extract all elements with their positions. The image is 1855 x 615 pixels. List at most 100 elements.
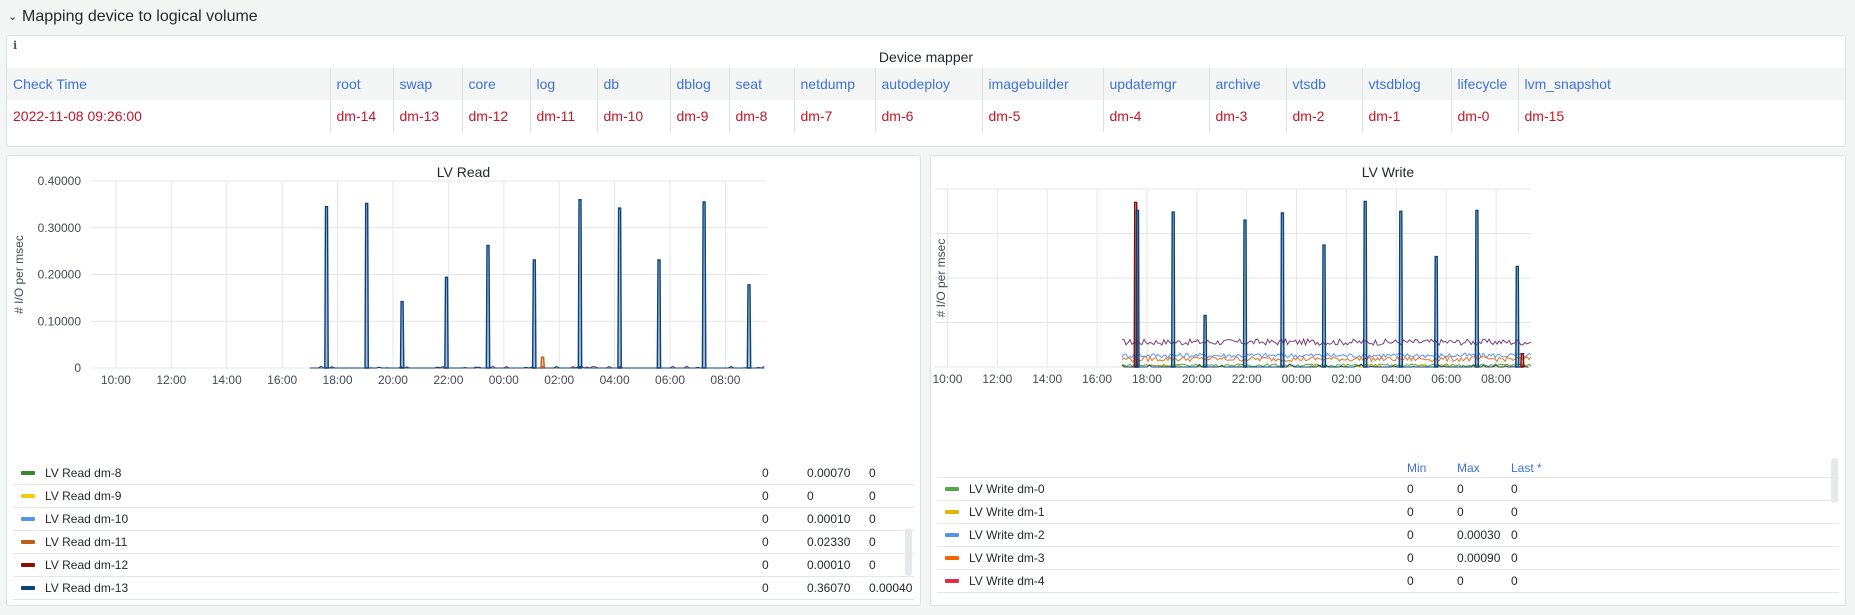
legend-series-name[interactable]: LV Read dm-11 bbox=[45, 535, 914, 549]
series-line-lv-write-dm-3 bbox=[1121, 355, 1532, 363]
legend-item[interactable]: LV Read dm-9 0 0 0 bbox=[13, 485, 914, 508]
table-cell: dm-13 bbox=[393, 100, 463, 132]
legend-sort-last[interactable]: Last * bbox=[1511, 461, 1542, 475]
spike-mark bbox=[1242, 219, 1248, 368]
legend-series-name[interactable]: LV Read dm-13 bbox=[45, 581, 914, 595]
column-header-netdump[interactable]: netdump bbox=[794, 68, 876, 100]
column-header-autodeploy[interactable]: autodeploy bbox=[875, 68, 983, 100]
legend-item[interactable]: LV Read dm-10 0 0.00010 0 bbox=[13, 508, 914, 531]
legend-color-swatch[interactable] bbox=[945, 510, 959, 514]
table-cell: dm-11 bbox=[530, 100, 598, 132]
legend-item[interactable]: LV Write dm-3 0 0.00090 0 bbox=[937, 547, 1839, 570]
spike-mark bbox=[1520, 352, 1525, 368]
legend-color-swatch[interactable] bbox=[21, 586, 35, 590]
legend-series-name[interactable]: LV Read dm-12 bbox=[45, 558, 914, 572]
table-cell: dm-6 bbox=[875, 100, 983, 132]
legend-series-name[interactable]: LV Write dm-4 bbox=[969, 574, 1839, 588]
spike-mark bbox=[1362, 200, 1368, 368]
legend-scrollbar[interactable] bbox=[905, 528, 912, 576]
legend-color-swatch[interactable] bbox=[21, 517, 35, 521]
legend-series-name[interactable]: LV Read dm-10 bbox=[45, 512, 914, 526]
x-tick-label: 16:00 bbox=[267, 373, 297, 387]
plot-area[interactable] bbox=[309, 199, 765, 369]
column-header-seat[interactable]: seat bbox=[729, 68, 795, 100]
legend-min-value: 0 bbox=[762, 581, 769, 595]
table-cell: dm-9 bbox=[670, 100, 730, 132]
legend-item[interactable]: LV Write dm-4 0 0 0 bbox=[937, 570, 1839, 593]
x-tick-label: 22:00 bbox=[1232, 372, 1262, 386]
x-tick-label: 14:00 bbox=[212, 373, 242, 387]
column-header-updatemgr[interactable]: updatemgr bbox=[1103, 68, 1210, 100]
legend-min-value: 0 bbox=[1407, 551, 1414, 565]
column-header-log[interactable]: log bbox=[530, 68, 598, 100]
spike-mark bbox=[1433, 255, 1439, 368]
row-header-mapping-device[interactable]: ⌄ Mapping device to logical volume bbox=[8, 6, 258, 28]
legend-series-name[interactable]: LV Read dm-8 bbox=[45, 466, 914, 480]
table-cell: dm-2 bbox=[1286, 100, 1363, 132]
column-header-imagebuilder[interactable]: imagebuilder bbox=[982, 68, 1104, 100]
legend-item[interactable]: LV Read dm-12 0 0.00010 0 bbox=[13, 554, 914, 577]
device-mapper-panel: i Device mapper Check Time root swap core lo… bbox=[6, 35, 1846, 147]
legend-series-name[interactable]: LV Write dm-3 bbox=[969, 551, 1839, 565]
legend-max-value: 0 bbox=[1457, 482, 1464, 496]
spike-mark bbox=[1515, 265, 1520, 368]
y-tick-label: 0.30000 bbox=[38, 221, 82, 235]
legend-series-name[interactable]: LV Write dm-0 bbox=[969, 482, 1839, 496]
y-axis-label: # I/O per msec bbox=[12, 235, 26, 314]
x-tick-label: 10:00 bbox=[101, 373, 131, 387]
legend-color-swatch[interactable] bbox=[945, 487, 959, 491]
spike-mark bbox=[444, 276, 449, 369]
legend-min-value: 0 bbox=[1407, 482, 1414, 496]
legend-scrollbar[interactable] bbox=[1831, 458, 1838, 503]
column-header-db[interactable]: db bbox=[597, 68, 671, 100]
lv-read-chart: 0 0.10000 0.20000 0.30000 0.40000 10:00 12:00 1… bbox=[12, 174, 767, 387]
legend-series-name[interactable]: LV Write dm-1 bbox=[969, 505, 1839, 519]
legend-item[interactable]: LV Write dm-1 0 0 0 bbox=[937, 501, 1839, 524]
legend-sort-max[interactable]: Max bbox=[1457, 461, 1480, 475]
legend-item[interactable]: LV Read dm-13 0 0.36070 0.00040 bbox=[13, 577, 914, 600]
legend-item[interactable]: LV Write dm-2 0 0.00030 0 bbox=[937, 524, 1839, 547]
legend-last-value: 0 bbox=[869, 466, 876, 480]
column-header-dblog[interactable]: dblog bbox=[670, 68, 730, 100]
legend-last-value: 0 bbox=[869, 535, 876, 549]
column-header-swap[interactable]: swap bbox=[393, 68, 463, 100]
column-header-archive[interactable]: archive bbox=[1209, 68, 1287, 100]
legend-series-name[interactable]: LV Read dm-9 bbox=[45, 489, 914, 503]
y-tick-label: 0.20000 bbox=[38, 268, 82, 282]
plot-area[interactable] bbox=[1121, 200, 1532, 368]
chevron-down-icon: ⌄ bbox=[8, 10, 18, 23]
legend-header: Min Max Last * bbox=[937, 458, 1839, 478]
legend-last-value: 0 bbox=[1511, 574, 1518, 588]
legend-min-value: 0 bbox=[762, 489, 769, 503]
column-header-check-time[interactable]: Check Time bbox=[7, 68, 331, 100]
column-header-core[interactable]: core bbox=[462, 68, 531, 100]
legend-color-swatch[interactable] bbox=[21, 563, 35, 567]
legend-last-value: 0 bbox=[1511, 551, 1518, 565]
legend-sort-min[interactable]: Min bbox=[1407, 461, 1426, 475]
spike-mark bbox=[1474, 209, 1480, 368]
legend-color-swatch[interactable] bbox=[945, 579, 959, 583]
legend-color-swatch[interactable] bbox=[945, 556, 959, 560]
legend-color-swatch[interactable] bbox=[945, 533, 959, 537]
table-cell: dm-10 bbox=[597, 100, 671, 132]
column-header-lvm-snapshot[interactable]: lvm_snapshot bbox=[1518, 68, 1845, 100]
spike-mark bbox=[1398, 210, 1404, 368]
spike-mark bbox=[485, 244, 491, 369]
column-header-vtsdblog[interactable]: vtsdblog bbox=[1362, 68, 1452, 100]
legend-color-swatch[interactable] bbox=[21, 494, 35, 498]
legend-item[interactable]: LV Write dm-0 0 0 0 bbox=[937, 478, 1839, 501]
legend-max-value: 0 bbox=[1457, 505, 1464, 519]
column-header-vtsdb[interactable]: vtsdb bbox=[1286, 68, 1363, 100]
legend-series-name[interactable]: LV Write dm-2 bbox=[969, 528, 1839, 542]
x-tick-label: 08:00 bbox=[1481, 372, 1511, 386]
legend-color-swatch[interactable] bbox=[21, 540, 35, 544]
table-cell: dm-4 bbox=[1103, 100, 1210, 132]
x-tick-label: 06:00 bbox=[655, 373, 685, 387]
legend-color-swatch[interactable] bbox=[21, 471, 35, 475]
legend-item[interactable]: LV Read dm-11 0 0.02330 0 bbox=[13, 531, 914, 554]
series-line-purple bbox=[1121, 337, 1532, 347]
column-header-root[interactable]: root bbox=[330, 68, 394, 100]
legend-min-value: 0 bbox=[762, 466, 769, 480]
column-header-lifecycle[interactable]: lifecycle bbox=[1451, 68, 1519, 100]
legend-item[interactable]: LV Read dm-8 0 0.00070 0 bbox=[13, 462, 914, 485]
